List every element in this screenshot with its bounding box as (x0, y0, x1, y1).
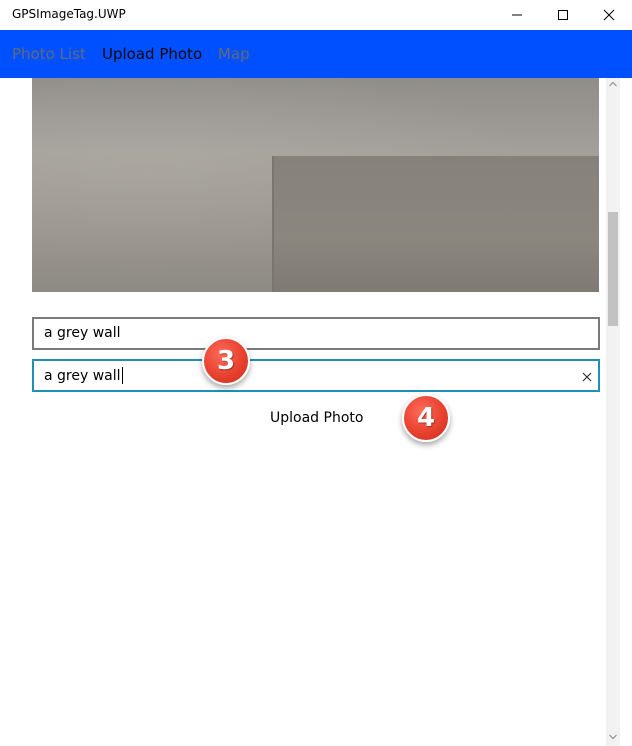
photo-panel-edge (272, 156, 274, 292)
minimize-icon (512, 14, 522, 16)
description-field[interactable]: a grey wall (32, 317, 600, 350)
description-field-value: a grey wall (44, 325, 121, 341)
close-icon (603, 9, 615, 21)
nav-item-map[interactable]: Map (218, 45, 250, 63)
nav-item-photo-list[interactable]: Photo List (12, 45, 86, 63)
step-badge-4-number: 4 (416, 403, 436, 433)
upload-photo-label: Upload Photo (270, 410, 364, 426)
clear-text-button[interactable] (580, 369, 594, 383)
step-badge-3-number: 3 (216, 346, 236, 376)
step-badge-3: 3 (202, 337, 250, 385)
minimize-button[interactable] (494, 0, 540, 30)
close-button[interactable] (586, 0, 632, 30)
clear-icon (582, 372, 592, 382)
photo-preview (32, 78, 599, 292)
upload-photo-button[interactable]: Upload Photo (262, 404, 370, 434)
scroll-thumb[interactable] (608, 212, 618, 326)
scroll-up-icon[interactable] (609, 81, 617, 87)
maximize-button[interactable] (540, 0, 586, 30)
description-input-focused[interactable]: a grey wall (32, 359, 600, 392)
scroll-down-icon[interactable] (609, 734, 617, 740)
title-bar: GPSImageTag.UWP (0, 0, 632, 30)
description-input-text: a grey wall (44, 367, 123, 384)
vertical-scrollbar[interactable] (606, 78, 620, 746)
nav-bar: Photo List Upload Photo Map (0, 30, 632, 78)
description-input-value: a grey wall (44, 368, 121, 384)
step-badge-4: 4 (402, 394, 450, 442)
maximize-icon (558, 10, 568, 20)
nav-item-upload-photo[interactable]: Upload Photo (102, 45, 202, 63)
text-caret (121, 367, 123, 384)
photo-wall-panel (272, 156, 599, 292)
app-title: GPSImageTag.UWP (12, 7, 126, 21)
